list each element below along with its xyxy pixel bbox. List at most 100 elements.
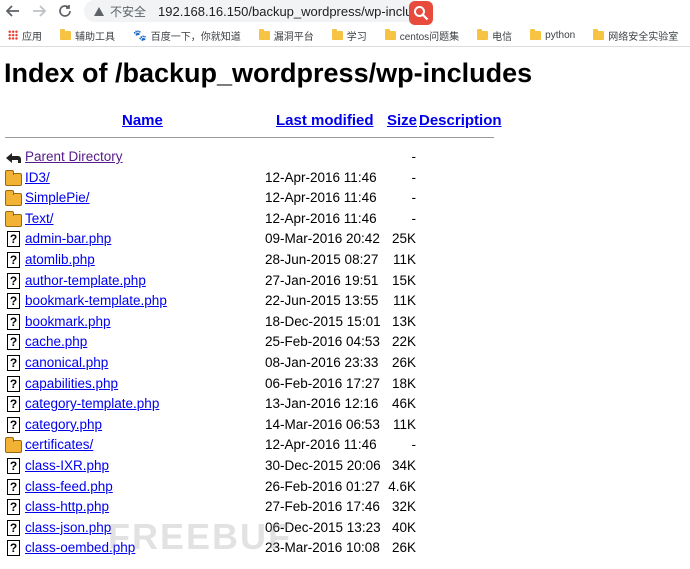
unknown-file-icon: ? — [7, 252, 20, 268]
file-size: 26K — [391, 355, 416, 370]
folder-icon — [60, 28, 71, 40]
table-row: ? bookmark-template.php 22-Jun-2015 13:55 1… — [0, 292, 690, 312]
last-modified: 18-Dec-2015 15:01 — [265, 313, 381, 329]
file-size: 40K — [391, 519, 416, 535]
folder-icon — [5, 169, 22, 186]
folder-icon — [477, 28, 489, 40]
folder-icon — [384, 28, 396, 40]
page-title: Index of /backup_wordpress/wp-includes — [4, 58, 533, 88]
file-link[interactable]: admin-bar.php — [25, 231, 111, 246]
table-row: ? atomlib.php 28-Jun-2015 08:27 11K — [0, 251, 690, 271]
bookmark-item[interactable]: 学习 — [331, 28, 367, 43]
last-modified: 22-Jun-2015 13:55 — [265, 293, 379, 309]
bookmark-item[interactable]: 应用 — [8, 28, 42, 43]
reload-button[interactable] — [52, 0, 78, 22]
bookmark-item[interactable]: 🐾 百度一下，你就知道 — [133, 28, 241, 43]
unknown-file-icon: ? — [7, 478, 20, 495]
last-modified: 23-Mar-2016 10:08 — [265, 540, 380, 556]
bookmark-label: 辅助工具 — [75, 31, 115, 43]
file-link[interactable]: cache.php — [25, 334, 87, 349]
file-link[interactable]: certificates/ — [25, 437, 93, 452]
file-link[interactable]: capabilities.php — [25, 376, 118, 391]
unknown-file-icon: ? — [7, 231, 20, 248]
file-link[interactable]: category.php — [25, 417, 102, 432]
forward-button[interactable] — [26, 0, 52, 22]
file-size: 46K — [391, 396, 416, 412]
bookmark-label: 学习 — [346, 31, 367, 43]
search-extension-button[interactable] — [409, 1, 433, 25]
file-size: 18K — [391, 375, 416, 391]
bookmark-label: centos问题集 — [399, 31, 460, 43]
file-link[interactable]: class-json.php — [25, 520, 111, 535]
last-modified: 25-Feb-2016 04:53 — [265, 334, 380, 350]
table-row: SimplePie/12-Apr-2016 11:46 - — [0, 189, 690, 209]
file-link[interactable]: Parent Directory — [25, 149, 123, 164]
bookmark-item[interactable]: 电信 — [477, 28, 512, 43]
file-size: - — [411, 437, 417, 453]
bookmark-item[interactable]: 漏洞平台 — [258, 28, 314, 43]
last-modified: 09-Mar-2016 20:42 — [265, 231, 380, 247]
file-link[interactable]: canonical.php — [25, 355, 108, 370]
bookmark-item[interactable]: 网络安全实验室 — [593, 28, 678, 43]
bookmark-item[interactable]: 辅助工具 — [60, 28, 115, 43]
file-size: 11K — [392, 293, 416, 309]
file-link[interactable]: author-template.php — [25, 273, 146, 288]
sort-by-last-modified-link[interactable]: Last modified — [276, 112, 374, 129]
last-modified: 27-Jan-2016 19:51 — [265, 272, 379, 288]
sort-by-description-link[interactable]: Description — [419, 112, 502, 129]
unknown-file-icon: ? — [7, 416, 20, 433]
unknown-file-icon: ? — [7, 499, 20, 516]
back-button[interactable] — [0, 0, 26, 22]
unknown-file-icon: ? — [7, 272, 20, 289]
file-link[interactable]: bookmark-template.php — [25, 293, 167, 308]
file-link[interactable]: Text/ — [25, 211, 54, 226]
table-row: ? class-oembed.php 23-Mar-2016 10:08 26K — [0, 539, 690, 559]
file-link[interactable]: class-http.php — [25, 499, 109, 514]
table-row: ? class-json.php 06-Dec-2015 13:23 40K — [0, 519, 690, 539]
file-size: - — [411, 210, 417, 226]
unknown-file-icon: ? — [7, 355, 20, 371]
file-size: 22K — [391, 334, 416, 350]
file-size: 11K — [392, 416, 416, 432]
folder-icon — [331, 28, 343, 40]
file-link[interactable]: class-IXR.php — [25, 458, 109, 473]
file-link[interactable]: category-template.php — [25, 396, 159, 411]
table-row: ? cache.php 25-Feb-2016 04:53 22K — [0, 333, 690, 353]
bookmark-label: 网络安全实验室 — [608, 31, 679, 43]
apps-icon — [8, 30, 18, 40]
last-modified: 30-Dec-2015 20:06 — [265, 458, 381, 473]
url-text[interactable]: 192.168.16.150/backup_wordpress/wp-inclu… — [158, 4, 424, 19]
table-row: ? class-http.php 27-Feb-2016 17:46 32K — [0, 498, 690, 518]
table-row: ? category-template.php 13-Jan-2016 12:16 4… — [0, 395, 690, 415]
file-size: 4.6K — [388, 478, 416, 494]
last-modified: 13-Jan-2016 12:16 — [265, 396, 379, 412]
file-link[interactable]: atomlib.php — [25, 252, 95, 267]
last-modified: 06-Dec-2015 13:23 — [265, 519, 381, 535]
folder-icon — [5, 190, 22, 207]
sort-by-size-link[interactable]: Size — [387, 112, 417, 129]
file-link[interactable]: ID3/ — [25, 170, 50, 185]
last-modified: 12-Apr-2016 11:46 — [265, 210, 377, 226]
address-bar[interactable]: 不安全 192.168.16.150/backup_wordpress/wp-i… — [84, 0, 424, 22]
table-row: Text/12-Apr-2016 11:46 - — [0, 210, 690, 230]
file-link[interactable]: class-feed.php — [25, 479, 113, 494]
file-link[interactable]: bookmark.php — [25, 314, 111, 329]
last-modified: 06-Feb-2016 17:27 — [265, 375, 380, 391]
unknown-file-icon: ? — [7, 519, 20, 536]
file-size: 32K — [391, 499, 416, 515]
sort-by-name-link[interactable]: Name — [122, 112, 163, 129]
file-size: - — [411, 169, 417, 185]
bookmark-item[interactable]: python — [530, 28, 575, 41]
file-link[interactable]: class-oembed.php — [25, 540, 135, 555]
arrow-right-icon — [33, 5, 46, 17]
table-row: ? class-IXR.php 30-Dec-2015 20:06 34K — [0, 457, 690, 477]
table-row: ? bookmark.php 18-Dec-2015 15:01 13K — [0, 313, 690, 333]
bookmark-label: 漏洞平台 — [273, 31, 314, 43]
folder-icon — [5, 437, 22, 454]
folder-icon — [5, 210, 22, 227]
bookmark-item[interactable]: centos问题集 — [384, 28, 460, 43]
unknown-file-icon: ? — [7, 458, 20, 474]
unknown-file-icon: ? — [7, 375, 20, 392]
bookmarks-bar: 应用 辅助工具 🐾 百度一下，你就知道 漏洞平台 学习 centos问题集 电信 python 网… — [0, 24, 690, 47]
file-link[interactable]: SimplePie/ — [25, 190, 90, 205]
